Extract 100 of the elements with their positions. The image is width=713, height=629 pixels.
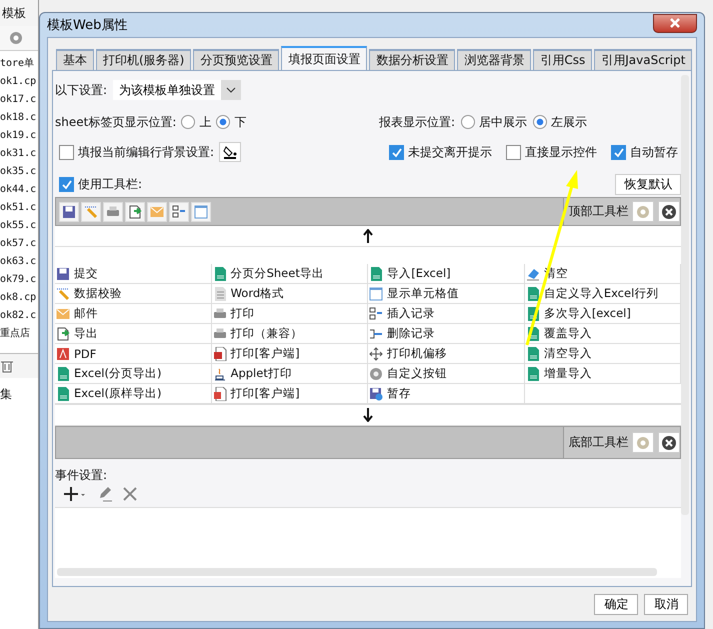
settings-icon	[635, 434, 652, 450]
file-item[interactable]: ok57.c	[0, 235, 36, 253]
toolbar-option[interactable]: PDF	[56, 346, 96, 360]
tab[interactable]: 引用JavaScript	[594, 49, 692, 70]
toolbar-option[interactable]: 暂存	[369, 386, 412, 401]
toolbar-option[interactable]: 覆盖导入	[526, 326, 592, 341]
toolbar-option[interactable]: 导入[Excel]	[369, 266, 451, 281]
delete-icon	[369, 326, 384, 340]
file-item[interactable]: ok55.c	[0, 217, 36, 235]
cellvalue-icon	[194, 204, 208, 218]
toolbar-option[interactable]: 打印机偏移	[369, 346, 448, 361]
close-icon	[662, 204, 676, 218]
file-item[interactable]: ok82.c	[0, 307, 36, 325]
check-icon	[613, 146, 624, 158]
toolbar-option[interactable]: 打印	[212, 306, 255, 321]
toolbar-option[interactable]: 清空导入	[526, 346, 592, 361]
window-title: 模板Web属性	[47, 17, 128, 34]
checkbox-option[interactable]: 自动暂存	[611, 144, 678, 160]
toolbar-option[interactable]: Applet打印	[212, 366, 292, 381]
insert-icon	[369, 306, 384, 320]
eraser-icon	[526, 266, 540, 280]
toolbar-option[interactable]: 多次导入[excel]	[526, 306, 631, 321]
file-item[interactable]: ok79.c	[0, 271, 36, 289]
file-item[interactable]: ok35.c	[0, 163, 36, 181]
toolbar-option[interactable]: 显示单元格值	[369, 286, 460, 301]
dialog-button[interactable]: 确定	[594, 594, 638, 614]
edit-button[interactable]	[97, 486, 113, 502]
dialog-button[interactable]: 取消	[644, 594, 688, 614]
scope-dropdown[interactable]: 为该模板单独设置	[113, 80, 242, 100]
file-item[interactable]: 重点店	[0, 325, 30, 343]
flash-icon	[212, 346, 227, 360]
tab[interactable]: 基本	[56, 49, 94, 70]
settings-icon[interactable]	[8, 30, 24, 46]
file-item[interactable]: ok19.c	[0, 127, 36, 145]
tab[interactable]: 分页预览设置	[193, 49, 280, 70]
toolbar-option[interactable]: 导出	[56, 326, 98, 341]
radio-option[interactable]: 左展示	[533, 114, 588, 130]
radio-option[interactable]: 上	[181, 114, 212, 130]
toolbar-button[interactable]	[169, 202, 189, 222]
toolbar-option[interactable]: Word格式	[212, 286, 284, 301]
pencil-icon	[97, 486, 113, 502]
file-item[interactable]: ok8.cp	[0, 289, 36, 307]
down-arrow-icon	[363, 408, 374, 422]
toolbar-option[interactable]: 提交	[56, 266, 98, 281]
toolbar-option[interactable]: 邮件	[56, 306, 98, 321]
tab[interactable]: 填报页面设置	[281, 46, 368, 70]
radio-option[interactable]: 居中展示	[461, 114, 528, 130]
toolbar-button[interactable]	[103, 202, 123, 222]
file-item[interactable]: ok51.c	[0, 199, 36, 217]
toolbar-option[interactable]: 数据校验	[56, 286, 122, 301]
scrollbar[interactable]	[57, 568, 658, 576]
toolbar-option[interactable]: 打印[客户端]	[212, 386, 300, 401]
file-item[interactable]: ok63.c	[0, 253, 36, 271]
toolbar-option[interactable]: 增量导入	[526, 366, 592, 381]
tab[interactable]: 数据分析设置	[369, 49, 456, 70]
checkbox-option[interactable]: 填报当前编辑行背景设置:	[59, 144, 214, 160]
scrollbar[interactable]	[681, 75, 690, 515]
toolbar-option[interactable]: 打印（兼容）	[212, 326, 303, 341]
toolbar-option[interactable]: Excel(原样导出)	[56, 386, 162, 401]
tab[interactable]: 浏览器背景	[457, 49, 532, 70]
file-item[interactable]: ok18.c	[0, 109, 36, 127]
check-icon	[391, 146, 402, 158]
paint-bucket-button[interactable]	[219, 142, 242, 162]
close-icon	[123, 487, 137, 501]
tab[interactable]: 打印机(服务器)	[96, 49, 192, 70]
check-icon	[61, 178, 72, 190]
toolbar-label: 顶部工具栏	[568, 203, 628, 220]
file-item[interactable]: ok44.c	[0, 181, 36, 199]
restore-default-button[interactable]: 恢复默认	[615, 174, 682, 194]
print-icon	[212, 326, 227, 340]
cellvalue-icon	[369, 286, 384, 300]
checkbox-option[interactable]: 未提交离开提示	[389, 144, 492, 160]
excel-icon	[56, 386, 70, 400]
toolbar-option[interactable]: 自定义导入Excel行列	[526, 286, 658, 301]
checkbox-option[interactable]: 直接显示控件	[506, 144, 597, 160]
tab[interactable]: 引用Css	[533, 49, 592, 70]
close-icon	[662, 436, 676, 450]
toolbar-button[interactable]	[125, 202, 145, 222]
add-button[interactable]	[63, 486, 87, 502]
check-icon	[84, 204, 98, 218]
file-item[interactable]: ok31.c	[0, 145, 36, 163]
checkbox-option[interactable]: 使用工具栏:	[55, 176, 142, 192]
move-icon	[369, 346, 384, 360]
report-position-label: 报表显示位置:	[379, 114, 456, 130]
toolbar-option[interactable]: Excel(分页导出)	[56, 366, 162, 381]
file-item[interactable]: ok17.c	[0, 91, 36, 109]
trash-icon[interactable]	[0, 359, 14, 373]
toolbar-option[interactable]: 自定义按钮	[369, 366, 448, 381]
file-item[interactable]: ok1.cp	[0, 73, 36, 91]
toolbar-button[interactable]	[59, 202, 79, 222]
toolbar-option[interactable]: 分页分Sheet导出	[212, 266, 324, 281]
up-arrow-icon	[363, 229, 374, 243]
close-button[interactable]	[653, 14, 698, 32]
toolbar-option[interactable]: 打印[客户端]	[212, 346, 300, 361]
file-item[interactable]: tore单	[0, 55, 34, 73]
pdfdoc-icon	[212, 386, 227, 400]
toolbar-option[interactable]: 删除记录	[369, 326, 436, 341]
delete-button[interactable]	[123, 487, 137, 501]
radio-option[interactable]: 下	[216, 114, 246, 130]
toolbar-option[interactable]: 插入记录	[369, 306, 436, 321]
